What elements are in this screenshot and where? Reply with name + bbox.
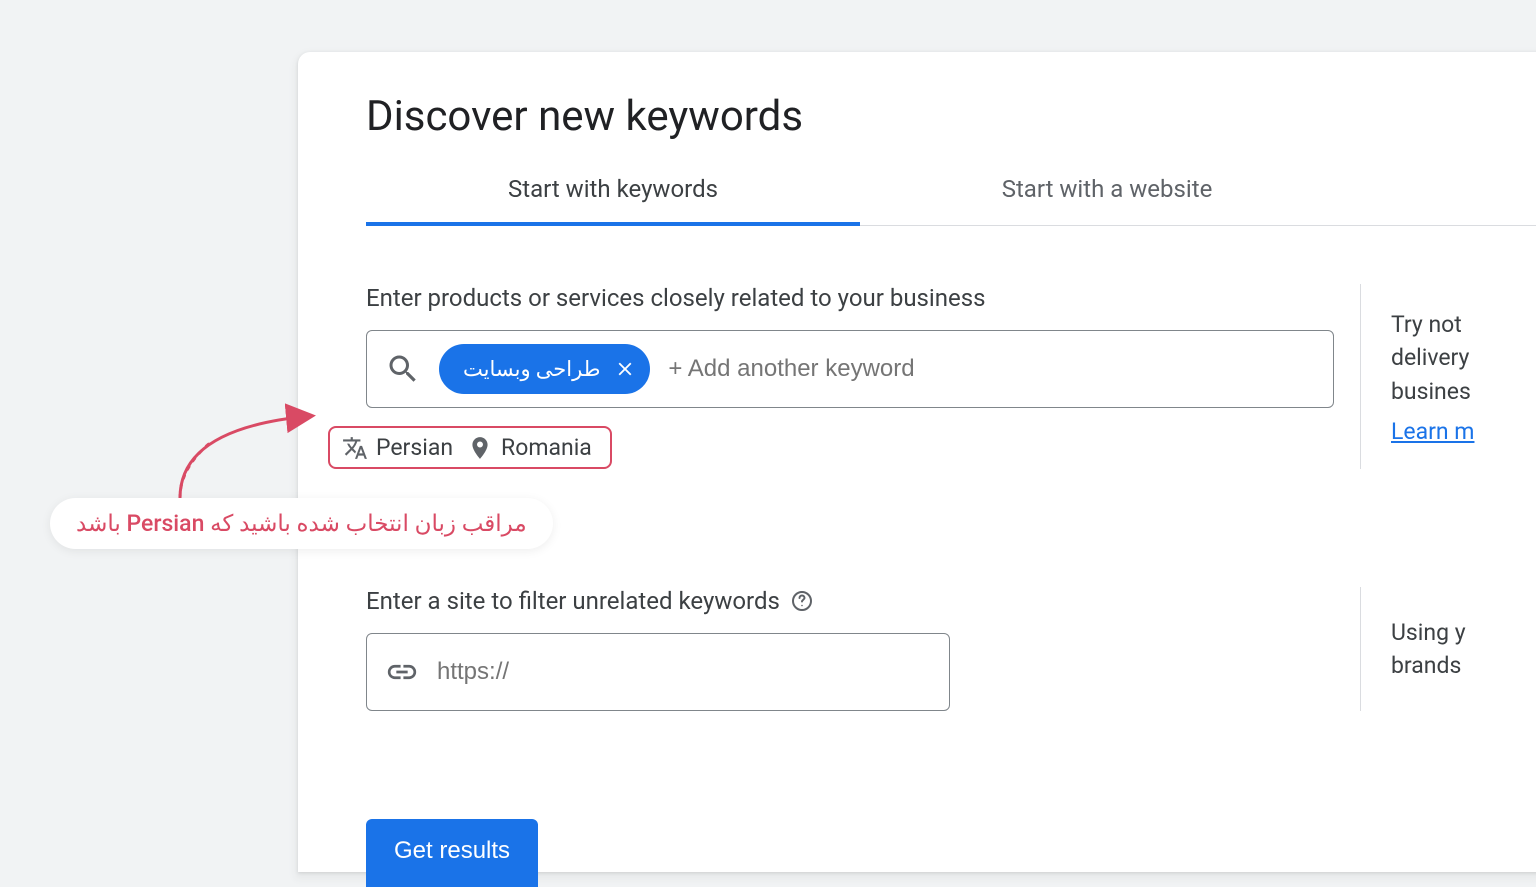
keywords-label: Enter products or services closely relat… <box>366 284 1334 312</box>
keywords-main: Enter products or services closely relat… <box>366 284 1334 469</box>
learn-more-link[interactable]: Learn m <box>1391 418 1474 445</box>
help-icon[interactable] <box>790 589 814 613</box>
location-value: Romania <box>501 434 592 461</box>
site-input-box[interactable] <box>366 633 950 711</box>
search-icon <box>385 351 421 387</box>
site-hint-col: Using y brands <box>1360 587 1466 711</box>
keywords-hint-col: Try not delivery busines Learn m <box>1360 284 1474 469</box>
tabs: Start with keywords Start with a website <box>366 169 1536 226</box>
keywords-section: Enter products or services closely relat… <box>366 284 1536 469</box>
annotation-bubble: مراقب زبان انتخاب شده باشید که Persian ب… <box>50 498 553 549</box>
hint-text-bottom: Using y brands <box>1391 616 1466 683</box>
hint-text-top: Try not delivery busines <box>1391 308 1474 408</box>
language-location-selector[interactable]: Persian Romania <box>328 426 612 469</box>
link-icon <box>385 655 419 689</box>
page-title: Discover new keywords <box>298 92 1536 141</box>
site-main: Enter a site to filter unrelated keyword… <box>366 587 1334 711</box>
site-label-text: Enter a site to filter unrelated keyword… <box>366 587 780 615</box>
get-results-button[interactable]: Get results <box>366 819 538 887</box>
keyword-chip[interactable]: طراحی وبسایت <box>439 344 650 394</box>
keyword-chip-text: طراحی وبسایت <box>463 357 600 382</box>
close-icon[interactable] <box>614 358 636 380</box>
keywords-input-box[interactable]: طراحی وبسایت <box>366 330 1334 408</box>
tab-start-website[interactable]: Start with a website <box>860 169 1354 225</box>
site-label: Enter a site to filter unrelated keyword… <box>366 587 1334 615</box>
site-section: Enter a site to filter unrelated keyword… <box>366 587 1536 711</box>
location-pin-icon <box>467 435 493 461</box>
keyword-planner-card: Discover new keywords Start with keyword… <box>298 52 1536 872</box>
add-keyword-input[interactable] <box>668 355 1315 383</box>
tab-start-keywords[interactable]: Start with keywords <box>366 169 860 225</box>
translate-icon <box>342 435 368 461</box>
language-value: Persian <box>376 434 453 461</box>
site-url-input[interactable] <box>437 658 931 686</box>
